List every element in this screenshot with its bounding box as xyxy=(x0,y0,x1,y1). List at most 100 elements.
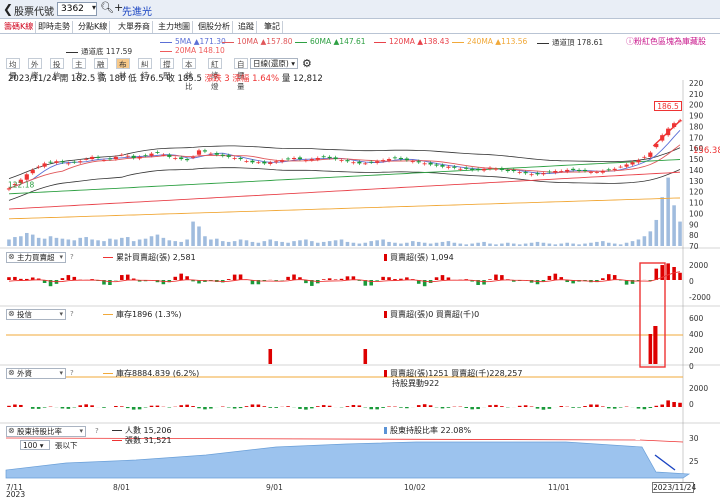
candle-body xyxy=(149,153,154,156)
volume-bar xyxy=(36,237,41,246)
candle-body xyxy=(345,160,350,162)
holder-count-select[interactable]: 100 ▾ xyxy=(20,440,50,450)
p1-bar xyxy=(654,268,659,280)
p3-bar xyxy=(672,402,676,407)
p3-bar xyxy=(654,405,659,407)
panel4-select[interactable]: ⊗ 股東持股比率 ▾ xyxy=(6,426,86,437)
candle-body xyxy=(66,163,71,165)
volume-bar xyxy=(339,239,344,246)
p1-bar xyxy=(286,276,290,280)
candle-body xyxy=(196,150,202,155)
indicator-toggle[interactable]: 糾結 xyxy=(138,58,152,80)
volume-bar xyxy=(411,241,415,246)
panel2-select[interactable]: ⊗ 投信 ▾ xyxy=(6,309,66,320)
candle-body xyxy=(588,172,594,173)
search-icon[interactable]: 🔍︎+ xyxy=(100,1,123,14)
candle-body xyxy=(606,169,611,171)
price-tick-label: 80 xyxy=(689,231,699,240)
volume-bar xyxy=(565,242,569,246)
legend-swatch xyxy=(112,440,122,441)
help-icon[interactable]: ? xyxy=(70,253,74,261)
indicator-toggle[interactable]: 撐壓 xyxy=(160,58,174,80)
p1-tick-label: 0 xyxy=(689,277,694,286)
p3-bar xyxy=(636,407,641,409)
p3-bar xyxy=(120,406,124,407)
indicator-toggle[interactable]: 融資 xyxy=(94,58,108,80)
p3-bar xyxy=(310,407,314,409)
indicator-toggle[interactable]: 自價量 xyxy=(234,58,248,91)
close-icon[interactable]: ⊗ xyxy=(8,252,15,262)
volume-bar xyxy=(244,240,249,246)
close-icon[interactable]: ⊗ xyxy=(8,426,15,436)
p3-bar xyxy=(547,407,552,409)
volume-bar xyxy=(523,243,528,246)
stock-code-label: 股票代號 xyxy=(14,7,54,18)
close-icon[interactable]: ⊗ xyxy=(8,309,15,319)
stock-code-input[interactable] xyxy=(57,2,97,16)
close-icon[interactable]: ⊗ xyxy=(8,368,15,378)
indicator-toggle[interactable]: 均價 xyxy=(6,58,20,80)
candle-body xyxy=(113,156,118,160)
help-icon[interactable]: ? xyxy=(70,310,74,318)
candle-body xyxy=(333,157,338,160)
volume-bar xyxy=(606,242,611,246)
range-select[interactable]: 日線(還原) ▾ xyxy=(250,58,298,69)
indicator-toggle[interactable]: 本益比 xyxy=(182,58,196,91)
tab-5[interactable]: 個股分析 xyxy=(196,21,233,33)
indicator-toggle[interactable]: 布林 xyxy=(116,58,130,80)
help-icon[interactable]: ? xyxy=(95,427,99,435)
volume-bar xyxy=(268,239,273,246)
volume-bar xyxy=(250,241,255,246)
volume-bar xyxy=(13,237,17,246)
volume-bar xyxy=(452,242,457,246)
p1-bar xyxy=(60,278,65,280)
chart-canvas[interactable]: 2202102001901801701601501401301201101009… xyxy=(0,80,720,502)
tab-2[interactable]: 分點K線 xyxy=(76,21,111,33)
chevron-down-icon[interactable]: ▾ xyxy=(92,3,96,12)
p3-bar xyxy=(286,406,290,407)
panel3-select[interactable]: ⊗ 外資 ▾ xyxy=(6,368,66,379)
candle-body xyxy=(559,171,564,172)
candle-body xyxy=(428,162,433,165)
p3-bar xyxy=(375,407,379,410)
legend-swatch xyxy=(384,311,387,318)
p3-bar xyxy=(416,405,421,407)
p3-bar xyxy=(66,407,71,409)
candle-body xyxy=(594,172,599,173)
p3-bar xyxy=(494,404,498,407)
ma-legend-item: 5MA ▲171.30 xyxy=(160,37,226,46)
low-price-label: 122.18 xyxy=(8,180,34,189)
tab-4[interactable]: 主力地圖 xyxy=(156,21,193,33)
stock-name[interactable]: 先進光 xyxy=(122,3,152,18)
tab-0[interactable]: 籌碼K線 xyxy=(2,21,37,33)
indicator-toggle[interactable]: 主力 xyxy=(72,58,86,80)
volume-bar xyxy=(399,243,403,246)
volume-bar xyxy=(310,241,314,246)
volume-bar xyxy=(612,243,617,246)
help-icon[interactable]: ? xyxy=(70,369,74,377)
p3-bar xyxy=(428,405,433,407)
candle-body xyxy=(274,161,279,163)
tab-3[interactable]: 大單券商 xyxy=(116,21,153,33)
candle-body xyxy=(452,166,457,168)
candle-body xyxy=(523,172,528,174)
volume-bar xyxy=(48,236,53,246)
tab-7[interactable]: 筆記 xyxy=(262,21,283,33)
indicator-toggle[interactable]: 外資 xyxy=(28,58,42,80)
candle-body xyxy=(392,157,398,159)
gear-icon[interactable]: ⚙ xyxy=(302,57,312,70)
candle-body xyxy=(208,153,213,155)
indicator-toggle[interactable]: 投信 xyxy=(50,58,64,80)
tab-6[interactable]: 追蹤 xyxy=(236,21,257,33)
back-icon[interactable]: ❮ xyxy=(3,2,13,16)
p3-bar xyxy=(238,407,243,409)
candle-body xyxy=(268,162,273,164)
volume-bar xyxy=(357,243,362,246)
p3-bar xyxy=(660,404,664,407)
indicator-toggle[interactable]: 紅綠燈 xyxy=(208,58,222,91)
volume-bar xyxy=(66,239,71,246)
p3-bar xyxy=(60,407,65,409)
holder-mode[interactable]: 張以下 xyxy=(55,440,78,451)
panel1-select[interactable]: ⊗ 主力買賣超 ▾ xyxy=(6,252,66,263)
tab-1[interactable]: 即時走勢 xyxy=(36,21,73,33)
